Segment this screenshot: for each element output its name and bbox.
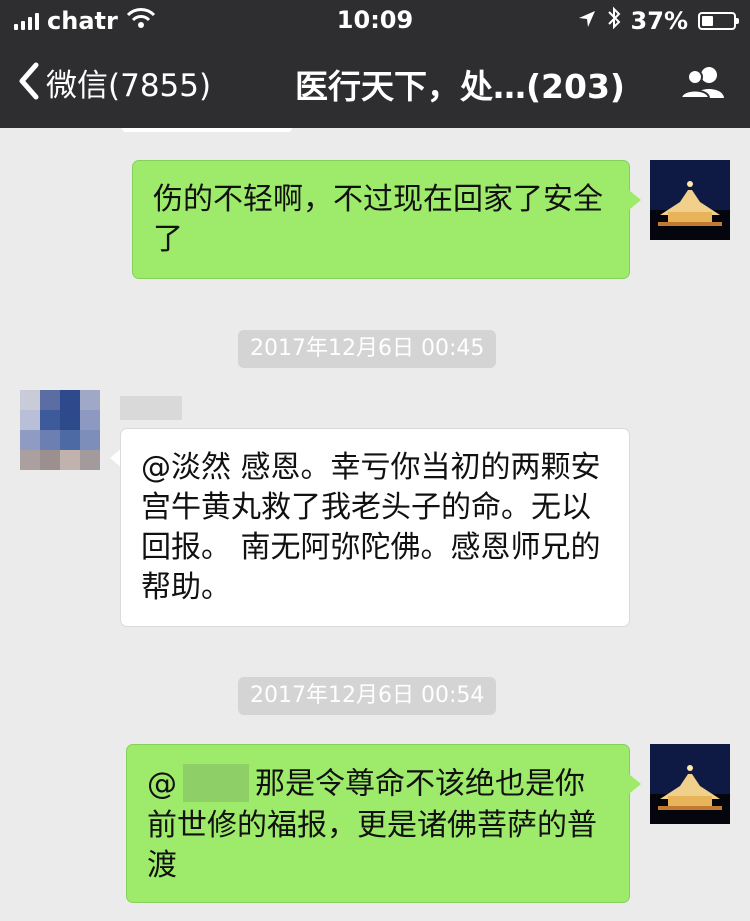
bluetooth-icon: [607, 6, 621, 36]
avatar[interactable]: [650, 744, 730, 824]
message-text: @淡然 感恩。幸亏你当初的两颗安宫牛黄丸救了我老头子的命。无以回报。 南无阿弥陀…: [141, 450, 601, 605]
chevron-left-icon: [18, 62, 40, 104]
message-bubble-outgoing[interactable]: @ 那是令尊命不该绝也是你前世修的福报，更是诸佛菩萨的普渡: [126, 744, 630, 903]
sender-name-blurred: [120, 396, 182, 420]
mention-prefix: @: [147, 766, 177, 802]
back-button[interactable]: 微信(7855): [18, 60, 211, 105]
previous-message-edge: [122, 128, 292, 132]
timestamp-label: 2017年12月6日 00:45: [238, 330, 497, 368]
message-text: 伤的不轻啊，不过现在回家了安全了: [153, 182, 603, 257]
temple-photo-icon: [650, 160, 730, 240]
bubble-tail: [629, 774, 641, 794]
mention-name-blurred: [183, 764, 249, 802]
message-bubble-outgoing[interactable]: 伤的不轻啊，不过现在回家了安全了: [132, 160, 630, 279]
group-members-icon: [678, 67, 728, 104]
chat-area[interactable]: 伤的不轻啊，不过现在回家了安全了 2017年12月6日 00:45 @淡然 感恩…: [0, 128, 750, 921]
header: chatr 10:09 37% 微信(7855) 医行天下，处…(203): [0, 0, 750, 128]
temple-photo-icon: [650, 744, 730, 824]
avatar[interactable]: [650, 160, 730, 240]
avatar[interactable]: [20, 390, 100, 470]
chat-title: 医行天下，处…(203): [294, 67, 626, 106]
location-icon: [577, 7, 597, 35]
back-label: 微信(7855): [46, 68, 212, 104]
group-info-button[interactable]: [678, 64, 728, 104]
battery-level: [702, 16, 713, 26]
battery-icon: [698, 12, 739, 30]
status-bar: chatr 10:09 37%: [0, 0, 750, 40]
battery-percent: 37%: [630, 7, 688, 35]
message-bubble-incoming[interactable]: @淡然 感恩。幸亏你当初的两颗安宫牛黄丸救了我老头子的命。无以回报。 南无阿弥陀…: [120, 428, 630, 627]
nav-bar: 微信(7855) 医行天下，处…(203): [0, 52, 750, 116]
timestamp-label: 2017年12月6日 00:54: [238, 677, 497, 715]
blurred-avatar: [20, 390, 100, 470]
bubble-tail: [629, 190, 641, 210]
